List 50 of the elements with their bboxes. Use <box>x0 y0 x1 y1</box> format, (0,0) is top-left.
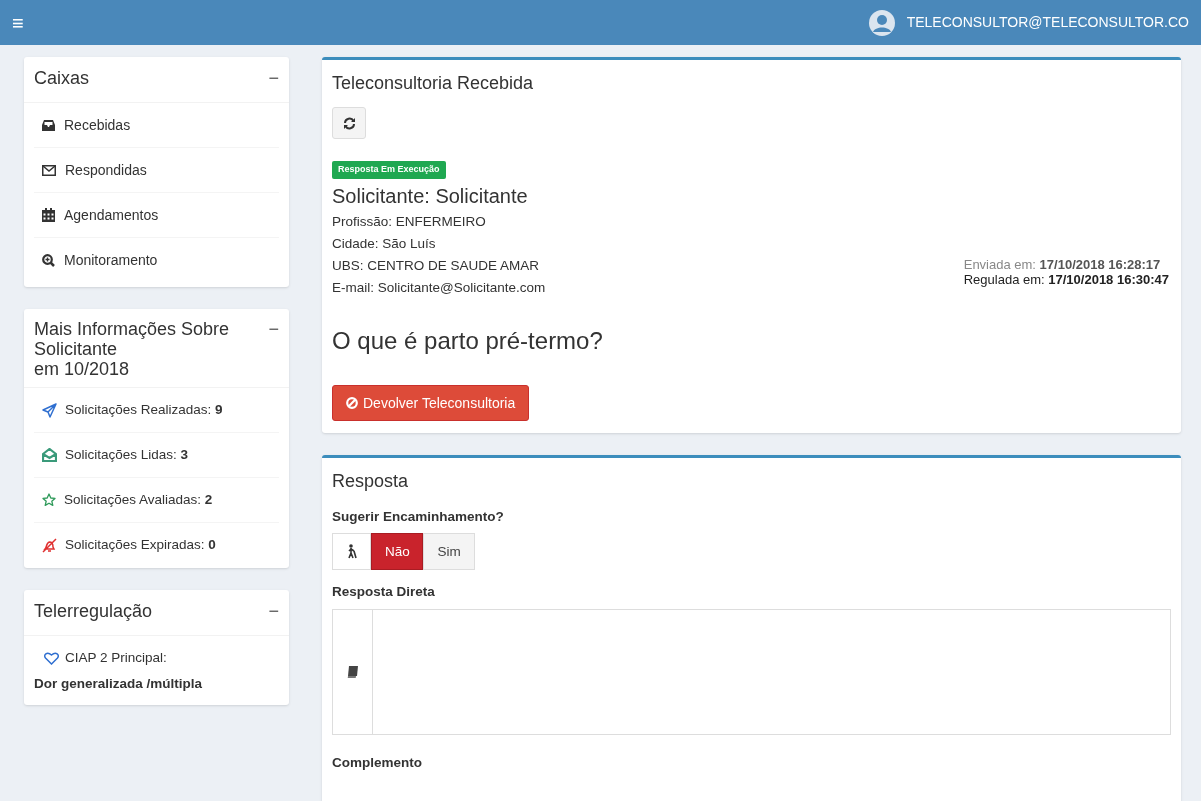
box-title: Caixas <box>34 67 90 90</box>
status-badge: Resposta Em Execução <box>332 161 446 179</box>
field-label: Complemento <box>332 753 423 772</box>
stat-text: Solicitações Avaliadas: 2 <box>64 490 213 509</box>
stat-text: Solicitações Lidas: 3 <box>65 445 189 464</box>
refresh-button[interactable] <box>332 107 366 139</box>
ban-icon <box>346 397 358 409</box>
bell-slash-icon <box>42 538 57 553</box>
star-icon <box>42 493 56 507</box>
menu-button[interactable]: ≡ <box>12 12 24 33</box>
requester-detail: Cidade: São Luís <box>332 235 437 253</box>
toggle-option[interactable]: Não <box>371 533 423 571</box>
walking-person-icon <box>346 544 357 560</box>
avatar-icon <box>868 9 895 36</box>
stat-text: Solicitações Realizadas: 9 <box>65 400 223 419</box>
ciap-value: Dor generalizada /múltipla <box>34 675 204 694</box>
sidebar-item[interactable]: Agendamentos <box>34 193 279 238</box>
collapse-button[interactable]: − <box>268 65 279 92</box>
paper-plane-icon <box>42 402 57 418</box>
field-label: Resposta Direta <box>332 583 436 602</box>
stat-text: Solicitações Expiradas: 0 <box>65 536 216 555</box>
field-label: Sugerir Encaminhamento? <box>332 508 505 526</box>
inbox-icon <box>42 119 55 131</box>
book-icon <box>347 665 358 678</box>
refresh-icon <box>342 116 356 130</box>
collapse-button[interactable]: − <box>268 598 279 625</box>
sent-date: Enviada em: 17/10/2018 16:28:17 <box>963 257 1162 272</box>
box-title: Mais Informações Sobre Solicitante em 10/2018 <box>34 319 230 379</box>
toggle-option[interactable]: Sim <box>423 533 475 571</box>
return-button[interactable]: Devolver Teleconsultoria <box>332 385 530 421</box>
ciap-label: CIAP 2 Principal: <box>65 649 167 667</box>
regulated-date: Regulada em: 17/10/2018 16:30:47 <box>963 272 1169 287</box>
box-title: Telerregulação <box>34 600 153 623</box>
question-text: O que é parto pré-termo? <box>332 326 604 356</box>
search-icon <box>42 254 55 267</box>
sidebar-item[interactable]: Monitoramento <box>34 238 279 283</box>
sidebar-item[interactable]: Respondidas <box>34 148 279 193</box>
panel-title: Resposta <box>332 470 410 493</box>
requester-detail: Profissão: ENFERMEIRO <box>332 213 487 231</box>
heart-icon <box>44 651 59 665</box>
collapse-button[interactable]: − <box>268 319 279 339</box>
sidebar-item[interactable]: Recebidas <box>34 103 279 148</box>
calendar-icon <box>42 208 55 222</box>
open-envelope-icon <box>42 448 57 462</box>
envelope-icon <box>42 164 56 176</box>
user-email-link[interactable]: TELECONSULTOR@TELECONSULTOR.CO <box>906 12 1189 33</box>
requester-detail: E-mail: Solicitante@Solicitante.com <box>332 279 546 297</box>
panel-title: Teleconsultoria Recebida <box>332 72 535 95</box>
requester-detail: UBS: CENTRO DE SAUDE AMAR <box>332 257 541 275</box>
requester-name: Solicitante: Solicitante <box>332 184 529 209</box>
